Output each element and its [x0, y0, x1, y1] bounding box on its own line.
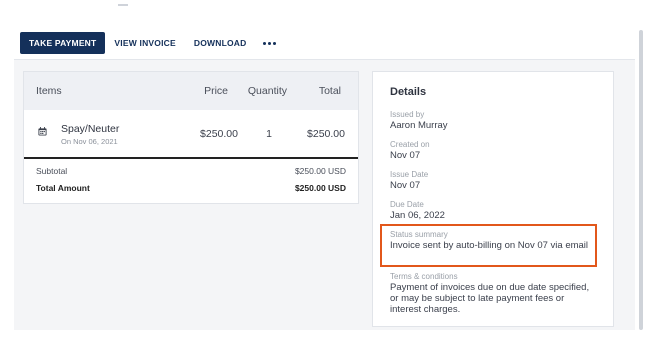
terms-label: Terms & conditions: [390, 272, 458, 281]
download-button[interactable]: DOWNLOAD: [185, 32, 256, 54]
item-date: On Nov 06, 2021: [61, 137, 118, 146]
total-label: Total Amount: [36, 183, 90, 193]
terms-value: Payment of invoices due on due date spec…: [390, 282, 590, 315]
scrollbar[interactable]: [639, 30, 643, 330]
due-date-label: Due Date: [390, 200, 424, 209]
item-quantity: 1: [266, 128, 272, 140]
issue-date-field: Issue Date Nov 07: [390, 170, 596, 191]
subtotal-value: $250.00 USD: [294, 166, 346, 176]
details-panel: Details Issued by Aaron Murray Created o…: [372, 71, 614, 327]
terms-field: Terms & conditions Payment of invoices d…: [390, 272, 596, 315]
header-fragment: [118, 0, 128, 6]
calendar-icon: [38, 127, 47, 136]
invoice-toolbar: TAKE PAYMENT VIEW INVOICE DOWNLOAD: [20, 32, 284, 54]
header-quantity: Quantity: [247, 85, 287, 97]
items-table-header: Items Price Quantity Total: [24, 72, 358, 110]
status-highlight-box: [380, 224, 597, 267]
due-date-value: Jan 06, 2022: [390, 210, 445, 221]
item-total: $250.00: [307, 128, 345, 140]
issue-date-value: Nov 07: [390, 180, 421, 191]
issued-by-value: Aaron Murray: [390, 120, 448, 131]
view-invoice-button[interactable]: VIEW INVOICE: [105, 32, 184, 54]
subtotal-label: Subtotal: [36, 166, 68, 176]
item-name: Spay/Neuter: [61, 123, 120, 135]
header-price: Price: [204, 85, 228, 97]
created-on-field: Created on Nov 07: [390, 140, 596, 161]
item-price: $250.00: [200, 128, 238, 140]
created-on-value: Nov 07: [390, 150, 421, 161]
subtotal-row: Subtotal $250.00 USD: [24, 159, 358, 176]
issue-date-label: Issue Date: [390, 170, 429, 179]
header-total: Total: [318, 85, 341, 97]
total-row: Total Amount $250.00 USD: [24, 176, 358, 193]
issued-by-field: Issued by Aaron Murray: [390, 110, 596, 131]
take-payment-button[interactable]: TAKE PAYMENT: [20, 32, 106, 54]
table-row: Spay/Neuter On Nov 06, 2021 $250.00 1 $2…: [24, 110, 358, 157]
total-value: $250.00 USD: [294, 183, 346, 193]
header-items: Items: [36, 85, 62, 97]
created-on-label: Created on: [390, 140, 430, 149]
more-options-icon[interactable]: [255, 32, 284, 54]
items-table: Items Price Quantity Total Spay/Neuter O…: [23, 71, 359, 204]
due-date-field: Due Date Jan 06, 2022: [390, 200, 596, 221]
details-title: Details: [390, 86, 427, 98]
issued-by-label: Issued by: [390, 110, 425, 119]
